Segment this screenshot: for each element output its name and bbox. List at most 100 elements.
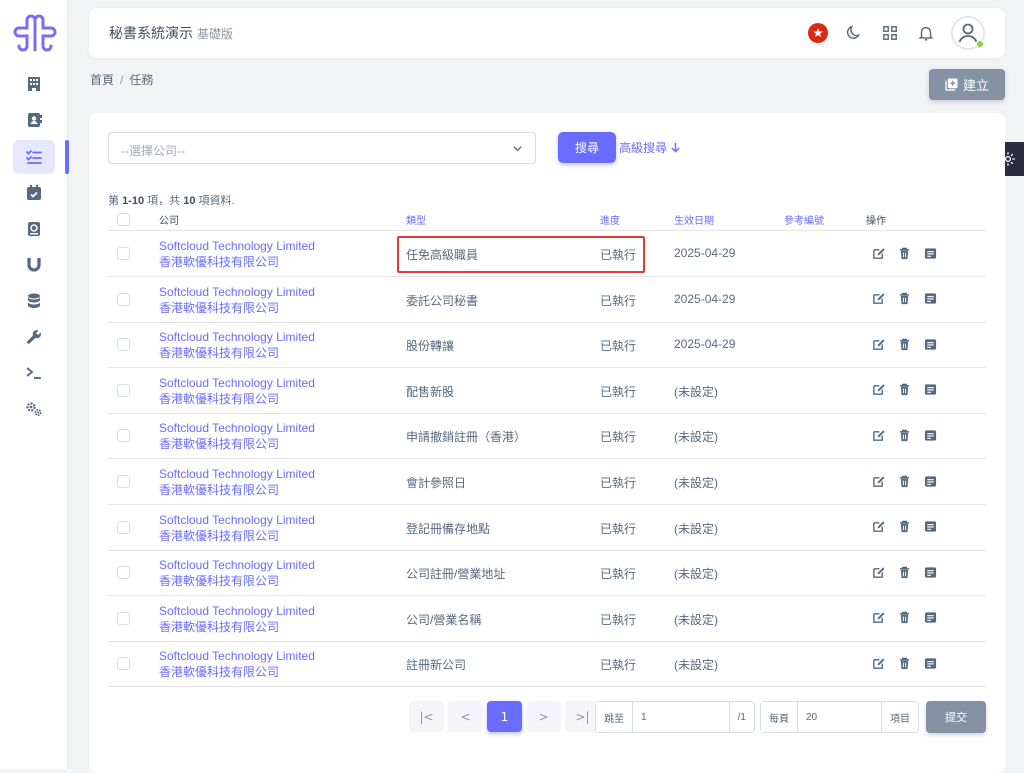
edit-icon[interactable] bbox=[871, 246, 885, 260]
bell-icon[interactable] bbox=[915, 22, 937, 44]
edit-icon[interactable] bbox=[871, 474, 885, 488]
trash-icon[interactable] bbox=[897, 337, 911, 351]
select-all-checkbox[interactable] bbox=[117, 213, 130, 226]
row-checkbox[interactable] bbox=[117, 520, 130, 534]
breadcrumb-home[interactable]: 首頁 bbox=[90, 73, 114, 87]
goto-page-input[interactable]: 1 bbox=[633, 702, 729, 732]
sidebar-item-calendar[interactable] bbox=[13, 176, 55, 210]
company-link[interactable]: Softcloud Technology Limited 香港軟優科技有限公司 bbox=[159, 329, 315, 361]
summary-mid1: 項，共 bbox=[147, 195, 181, 207]
note-icon[interactable] bbox=[923, 656, 937, 670]
create-button[interactable]: 建立 bbox=[929, 69, 1005, 100]
trash-icon[interactable] bbox=[897, 520, 911, 534]
effective-date: 2025-04-29 bbox=[674, 246, 736, 260]
company-name-en: Softcloud Technology Limited bbox=[159, 330, 315, 345]
per-page-input[interactable]: 20 bbox=[798, 702, 881, 732]
moon-icon[interactable] bbox=[843, 22, 865, 44]
edit-icon[interactable] bbox=[871, 337, 885, 351]
edit-icon[interactable] bbox=[871, 565, 885, 579]
sidebar-item-magnet[interactable] bbox=[13, 248, 55, 282]
sidebar-item-mail[interactable] bbox=[13, 212, 55, 246]
header-date[interactable]: 生效日期 bbox=[674, 212, 714, 227]
sidebar-item-contacts[interactable] bbox=[13, 103, 55, 137]
row-checkbox[interactable] bbox=[117, 611, 130, 625]
page-first-button[interactable]: |< bbox=[409, 701, 444, 732]
table-row: Softcloud Technology Limited 香港軟優科技有限公司 會計… bbox=[108, 459, 986, 505]
note-icon[interactable] bbox=[923, 520, 937, 534]
edit-icon[interactable] bbox=[871, 292, 885, 306]
company-link[interactable]: Softcloud Technology Limited 香港軟優科技有限公司 bbox=[159, 420, 315, 452]
row-checkbox[interactable] bbox=[117, 247, 130, 260]
sidebar-item-database[interactable] bbox=[13, 284, 55, 318]
row-checkbox[interactable] bbox=[117, 383, 130, 397]
sidebar-item-terminal[interactable] bbox=[13, 356, 55, 390]
sidebar-item-settings[interactable] bbox=[13, 392, 55, 426]
sidebar-item-companies[interactable] bbox=[13, 67, 55, 101]
company-link[interactable]: Softcloud Technology Limited 香港軟優科技有限公司 bbox=[159, 603, 315, 635]
company-name-zh: 香港軟優科技有限公司 bbox=[159, 665, 280, 680]
row-checkbox[interactable] bbox=[117, 475, 130, 488]
company-link[interactable]: Softcloud Technology Limited 香港軟優科技有限公司 bbox=[159, 512, 315, 544]
note-icon[interactable] bbox=[923, 383, 937, 397]
note-icon[interactable] bbox=[923, 565, 937, 579]
note-icon[interactable] bbox=[923, 611, 937, 625]
note-icon[interactable] bbox=[923, 337, 937, 351]
magnet-icon bbox=[27, 258, 41, 272]
row-checkbox[interactable] bbox=[117, 338, 130, 352]
header-ref[interactable]: 參考編號 bbox=[784, 212, 824, 227]
trash-icon[interactable] bbox=[897, 611, 911, 625]
task-type: 註冊新公司 bbox=[406, 658, 467, 673]
company-link[interactable]: Softcloud Technology Limited 香港軟優科技有限公司 bbox=[159, 557, 315, 589]
row-actions bbox=[871, 337, 937, 351]
company-link[interactable]: Softcloud Technology Limited 香港軟優科技有限公司 bbox=[159, 375, 315, 407]
trash-icon[interactable] bbox=[897, 565, 911, 579]
hk-flag-icon[interactable] bbox=[807, 22, 829, 44]
note-icon[interactable] bbox=[923, 246, 937, 260]
header-company: 公司 bbox=[159, 216, 179, 227]
trash-icon[interactable] bbox=[897, 428, 911, 442]
header-progress[interactable]: 進度 bbox=[600, 212, 620, 227]
app-logo-icon[interactable] bbox=[10, 14, 60, 54]
pagination-submit-button[interactable]: 提交 bbox=[926, 701, 986, 733]
company-select[interactable]: --選擇公司-- bbox=[108, 132, 536, 164]
page-current-button[interactable]: 1 bbox=[487, 701, 522, 732]
edit-icon[interactable] bbox=[871, 428, 885, 442]
advanced-search-link[interactable]: 高級搜尋 bbox=[619, 139, 681, 156]
edit-icon[interactable] bbox=[871, 520, 885, 534]
grid-icon[interactable] bbox=[879, 22, 901, 44]
edit-icon[interactable] bbox=[871, 383, 885, 397]
page-prev-button[interactable]: < bbox=[448, 701, 483, 732]
terminal-icon bbox=[26, 367, 41, 379]
database-icon bbox=[28, 293, 40, 308]
company-name-en: Softcloud Technology Limited bbox=[159, 375, 315, 390]
trash-icon[interactable] bbox=[897, 656, 911, 670]
trash-icon[interactable] bbox=[897, 474, 911, 488]
row-checkbox[interactable] bbox=[117, 429, 130, 443]
trash-icon[interactable] bbox=[897, 383, 911, 397]
company-link[interactable]: Softcloud Technology Limited 香港軟優科技有限公司 bbox=[159, 466, 315, 498]
table-row: Softcloud Technology Limited 香港軟優科技有限公司 登記… bbox=[108, 505, 986, 551]
trash-icon[interactable] bbox=[897, 292, 911, 306]
edit-icon[interactable] bbox=[871, 611, 885, 625]
sidebar-item-tools[interactable] bbox=[13, 320, 55, 354]
task-type: 委託公司秘書 bbox=[406, 293, 479, 308]
advanced-search-label: 高級搜尋 bbox=[619, 141, 668, 155]
search-button[interactable]: 搜尋 bbox=[558, 132, 616, 163]
row-checkbox[interactable] bbox=[117, 292, 130, 306]
company-link[interactable]: Softcloud Technology Limited 香港軟優科技有限公司 bbox=[159, 238, 315, 270]
company-link[interactable]: Softcloud Technology Limited 香港軟優科技有限公司 bbox=[159, 648, 315, 680]
trash-icon[interactable] bbox=[897, 246, 911, 260]
sidebar-item-tasks[interactable] bbox=[13, 140, 55, 174]
note-icon[interactable] bbox=[923, 474, 937, 488]
edit-icon[interactable] bbox=[871, 656, 885, 670]
user-avatar-icon[interactable] bbox=[951, 16, 985, 50]
company-link[interactable]: Softcloud Technology Limited 香港軟優科技有限公司 bbox=[159, 284, 315, 316]
header-type[interactable]: 類型 bbox=[406, 212, 426, 227]
row-checkbox[interactable] bbox=[117, 566, 130, 580]
table-row: Softcloud Technology Limited 香港軟優科技有限公司 公司… bbox=[108, 596, 986, 642]
page-next-button[interactable]: > bbox=[526, 701, 561, 732]
company-name-en: Softcloud Technology Limited bbox=[159, 649, 315, 664]
note-icon[interactable] bbox=[923, 428, 937, 442]
row-checkbox[interactable] bbox=[117, 657, 130, 671]
note-icon[interactable] bbox=[923, 292, 937, 306]
